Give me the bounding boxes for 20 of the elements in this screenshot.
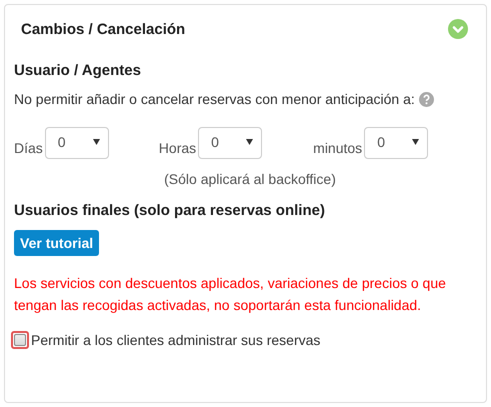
field-label: Horas	[158, 140, 196, 158]
panel-title: Cambios / Cancelación	[21, 20, 186, 38]
caret-icon	[92, 139, 100, 145]
section-heading: Usuarios finales (solo para reservas online)	[14, 202, 326, 219]
checkbox-label: Permitir a los clientes administrar sus reservas	[31, 332, 320, 348]
caret-icon	[412, 139, 420, 145]
checkbox[interactable]	[11, 331, 29, 349]
note-text: (Sólo aplicará al backoffice)	[163, 171, 337, 187]
field-label: Días	[14, 140, 43, 158]
description-text: No permitir añadir o cancelar reservas con menor anticipación a:	[14, 91, 415, 107]
caret-icon	[246, 139, 254, 145]
dropdown[interactable]: 0	[364, 127, 428, 159]
warning-text: Los servicios con descuentos aplicados, variaciones de precios o que tengan las recogidas activadas, no soportarán esta funcionalidad.	[14, 274, 447, 315]
dropdown[interactable]: 0	[198, 127, 262, 159]
tutorial-button[interactable]: Ver tutorial	[14, 230, 100, 256]
chevron-circle-icon[interactable]	[448, 19, 468, 39]
dropdown[interactable]: 0	[44, 127, 109, 159]
section-heading: Usuario / Agentes	[14, 62, 142, 79]
field-label: minutos	[313, 140, 362, 158]
help-icon[interactable]	[418, 92, 434, 106]
